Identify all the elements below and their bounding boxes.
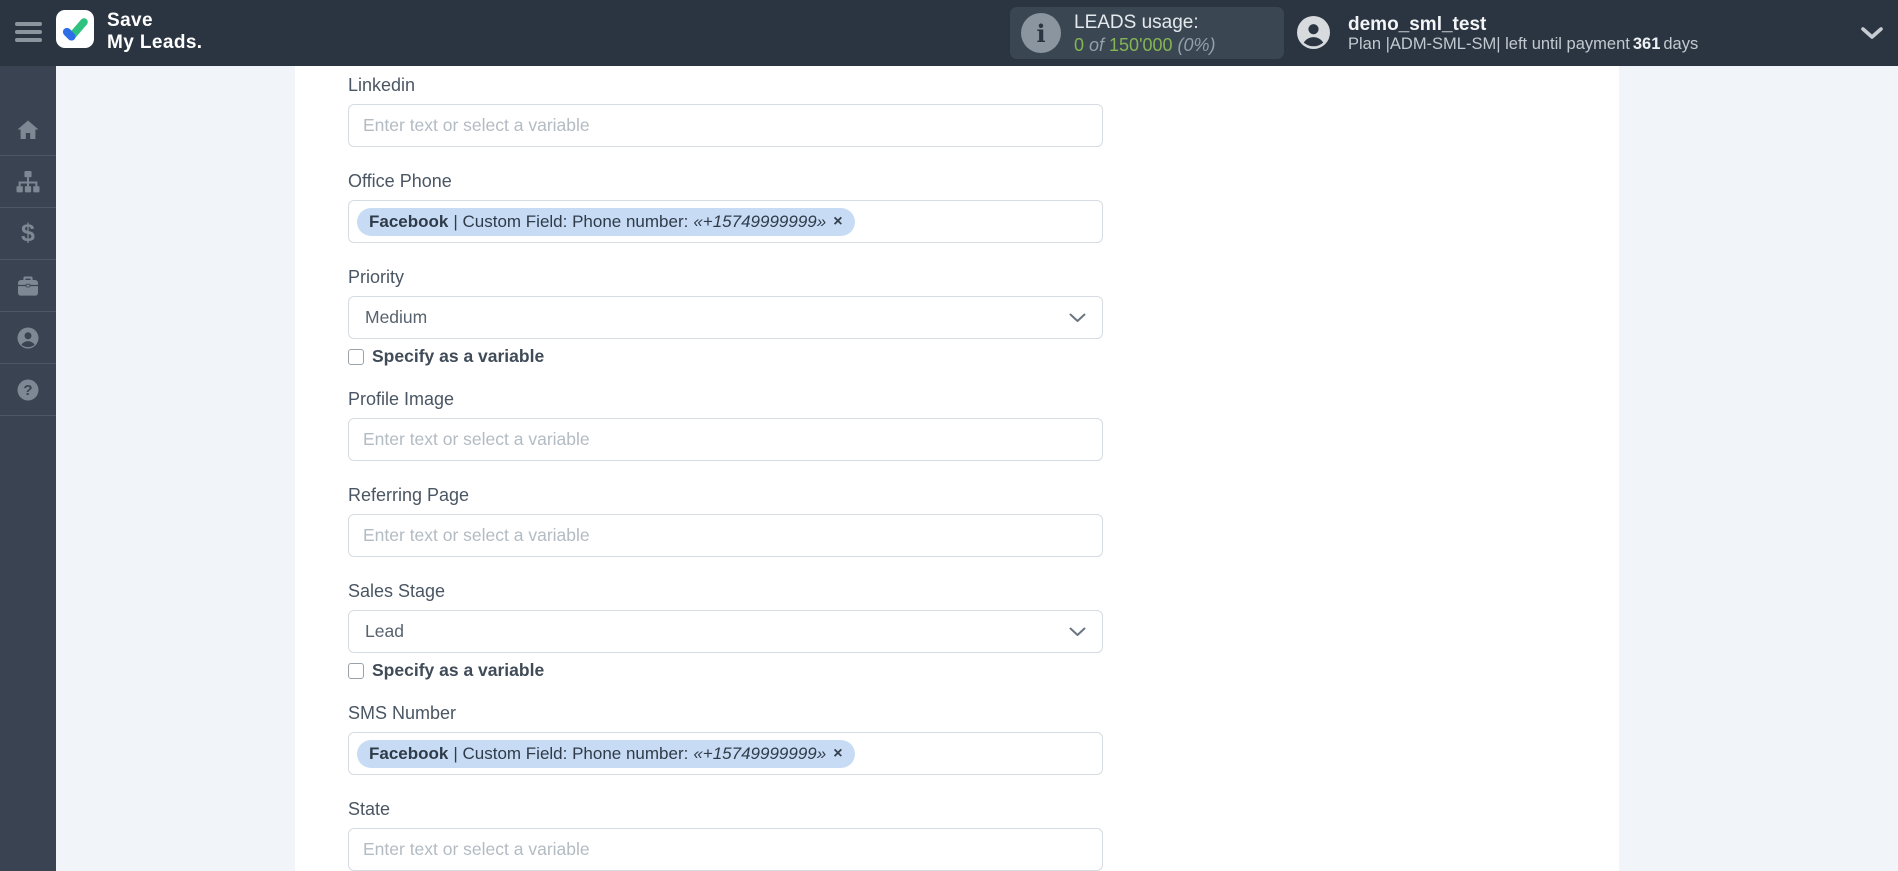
chevron-down-icon (1069, 627, 1086, 637)
account-icon (16, 326, 40, 350)
tag-source: Facebook (369, 744, 448, 764)
priority-select[interactable]: Medium (348, 296, 1103, 339)
field-label-sms-number: SMS Number (348, 703, 1103, 723)
home-icon (16, 119, 40, 141)
settings-card: Linkedin Office Phone Facebook | Custom … (295, 66, 1619, 871)
account-menu[interactable]: demo_sml_test Plan |ADM-SML-SM| left unt… (1297, 14, 1698, 54)
sidebar-item-payments[interactable]: $ (0, 208, 56, 260)
usage-text: LEADS usage: 0 of 150'000 (0%) (1074, 11, 1216, 56)
account-text: demo_sml_test Plan |ADM-SML-SM| left unt… (1348, 14, 1698, 54)
usage-of: of (1089, 35, 1104, 56)
field-priority: Priority Medium Specify as a variable (348, 267, 1103, 365)
menu-icon[interactable] (15, 22, 42, 44)
specify-variable-label: Specify as a variable (372, 346, 544, 367)
main-area: Linkedin Office Phone Facebook | Custom … (56, 66, 1898, 871)
info-icon: i (1021, 13, 1061, 53)
briefcase-icon (16, 275, 40, 297)
field-state: State (348, 799, 1103, 871)
chevron-down-icon (1069, 313, 1086, 323)
field-sales-stage: Sales Stage Lead Specify as a variable (348, 581, 1103, 679)
usage-total: 150'000 (1109, 35, 1173, 56)
linkedin-input[interactable] (348, 104, 1103, 147)
specify-variable-checkbox[interactable] (348, 349, 364, 365)
field-office-phone: Office Phone Facebook | Custom Field: Ph… (348, 171, 1103, 243)
field-label-sales-stage: Sales Stage (348, 581, 1103, 601)
sales-stage-select[interactable]: Lead (348, 610, 1103, 653)
priority-selected-value: Medium (365, 307, 427, 328)
field-profile-image: Profile Image (348, 389, 1103, 461)
specify-variable-checkbox[interactable] (348, 663, 364, 679)
days-suffix: days (1663, 35, 1698, 53)
account-name: demo_sml_test (1348, 14, 1698, 35)
office-phone-input[interactable]: Facebook | Custom Field: Phone number: «… (348, 200, 1103, 243)
connections-icon (15, 170, 41, 194)
sidebar: $ ? (0, 66, 56, 871)
logo-check-icon (61, 17, 89, 42)
plan-prefix: Plan |ADM-SML-SM| left until payment (1348, 35, 1630, 53)
tag-value: «+15749999999» (693, 744, 826, 764)
usage-counts: 0 of 150'000 (0%) (1074, 35, 1216, 56)
chevron-down-icon[interactable] (1860, 26, 1884, 40)
profile-image-input[interactable] (348, 418, 1103, 461)
variable-tag: Facebook | Custom Field: Phone number: «… (357, 208, 855, 236)
field-label-profile-image: Profile Image (348, 389, 1103, 409)
usage-used: 0 (1074, 35, 1084, 56)
specify-variable-label: Specify as a variable (372, 660, 544, 681)
sidebar-item-services[interactable] (0, 260, 56, 312)
avatar (1297, 16, 1330, 49)
priority-specify-variable[interactable]: Specify as a variable (348, 348, 1103, 365)
tag-source: Facebook (369, 212, 448, 232)
field-label-referring-page: Referring Page (348, 485, 1103, 505)
field-mapping-form: Linkedin Office Phone Facebook | Custom … (295, 66, 1103, 871)
sidebar-item-connections[interactable] (0, 156, 56, 208)
sidebar-item-help[interactable]: ? (0, 364, 56, 416)
days-left-value: 361 (1633, 35, 1661, 53)
field-referring-page: Referring Page (348, 485, 1103, 557)
topbar: Save My Leads. i LEADS usage: 0 of 150'0… (0, 0, 1898, 66)
dollar-icon: $ (21, 221, 35, 246)
tag-field: | Custom Field: Phone number: (453, 744, 688, 764)
usage-percent: (0%) (1178, 35, 1216, 56)
usage-title: LEADS usage: (1074, 11, 1216, 35)
brand-line1: Save (107, 10, 202, 32)
field-label-linkedin: Linkedin (348, 75, 1103, 95)
remove-tag-icon[interactable]: × (833, 213, 842, 231)
field-label-state: State (348, 799, 1103, 819)
account-plan: Plan |ADM-SML-SM| left until payment361d… (1348, 35, 1698, 54)
variable-tag: Facebook | Custom Field: Phone number: «… (357, 740, 855, 768)
sidebar-item-home[interactable] (0, 104, 56, 156)
app-logo[interactable] (56, 10, 94, 48)
sales-stage-specify-variable[interactable]: Specify as a variable (348, 662, 1103, 679)
help-icon: ? (16, 378, 40, 402)
leads-usage-badge: i LEADS usage: 0 of 150'000 (0%) (1010, 7, 1284, 59)
field-linkedin: Linkedin (348, 75, 1103, 147)
user-icon (1297, 16, 1330, 49)
state-input[interactable] (348, 828, 1103, 871)
tag-value: «+15749999999» (693, 212, 826, 232)
brand-line2: My Leads. (107, 32, 202, 54)
sidebar-item-account[interactable] (0, 312, 56, 364)
remove-tag-icon[interactable]: × (833, 745, 842, 763)
field-label-priority: Priority (348, 267, 1103, 287)
sales-stage-selected-value: Lead (365, 621, 404, 642)
sms-number-input[interactable]: Facebook | Custom Field: Phone number: «… (348, 732, 1103, 775)
referring-page-input[interactable] (348, 514, 1103, 557)
tag-field: | Custom Field: Phone number: (453, 212, 688, 232)
field-label-office-phone: Office Phone (348, 171, 1103, 191)
field-sms-number: SMS Number Facebook | Custom Field: Phon… (348, 703, 1103, 775)
svg-text:?: ? (23, 382, 32, 399)
brand-name: Save My Leads. (107, 10, 202, 54)
